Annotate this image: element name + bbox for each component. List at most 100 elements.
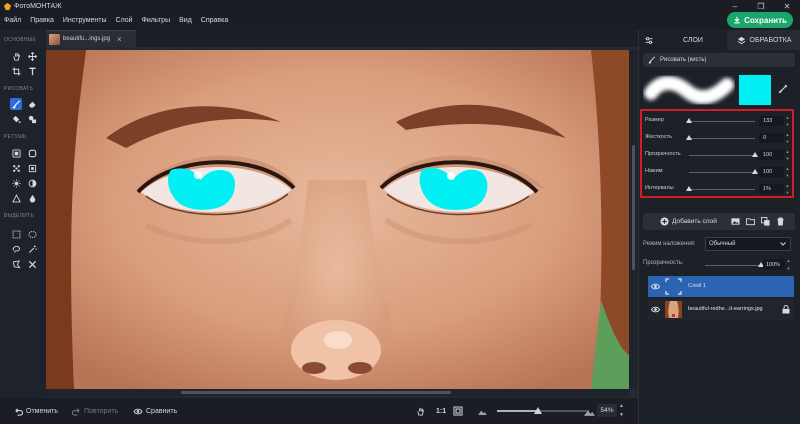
ellipse-select-tool[interactable] [26, 228, 38, 240]
horizontal-scroll-thumb[interactable] [181, 391, 451, 394]
photo-canvas[interactable] [46, 50, 629, 389]
close-tab-icon[interactable]: × [117, 35, 122, 44]
chevron-up-icon[interactable]: ▲ [787, 258, 791, 263]
setting-hardness-spinner[interactable]: ▲ ▼ [785, 132, 790, 144]
patch-tool[interactable] [26, 147, 38, 159]
folder-icon[interactable] [746, 217, 755, 226]
setting-size-slider[interactable] [686, 118, 755, 123]
setting-opacity-knob[interactable] [752, 152, 758, 157]
lock-icon[interactable] [782, 305, 790, 314]
layer-opacity-value[interactable]: 100% [763, 259, 785, 270]
chevron-up-icon[interactable]: ▲ [786, 115, 790, 120]
menu-layer[interactable]: Слой [116, 17, 133, 24]
stamp-tool[interactable] [10, 147, 22, 159]
shape-tool[interactable] [10, 192, 22, 204]
chevron-down-icon[interactable]: ▼ [786, 156, 790, 161]
setting-hardness-slider[interactable] [686, 135, 755, 140]
minimize-button[interactable]: – [722, 0, 748, 12]
eyedropper-icon[interactable] [778, 84, 788, 94]
magic-wand-tool[interactable] [26, 243, 38, 255]
setting-opacity-value[interactable]: 100 [759, 150, 784, 160]
zoom-out-icon[interactable] [478, 398, 487, 424]
hand-tool[interactable] [10, 50, 22, 62]
image-layer-icon[interactable] [731, 217, 740, 226]
setting-hardness-knob[interactable] [686, 135, 692, 140]
close-window-button[interactable]: ✕ [774, 0, 800, 12]
drop-tool[interactable] [26, 192, 38, 204]
chevron-up-icon[interactable]: ▲ [786, 166, 790, 171]
setting-size-spinner[interactable]: ▲ ▼ [785, 115, 790, 127]
contrast-tool[interactable] [26, 177, 38, 189]
brightness-tool[interactable] [10, 177, 22, 189]
menu-filters[interactable]: Фильтры [142, 17, 171, 24]
setting-hardness-value[interactable]: 0 [759, 133, 784, 143]
crop-tool[interactable] [10, 65, 22, 77]
brush-color-swatch[interactable] [739, 75, 771, 105]
chevron-up-icon[interactable]: ▲ [619, 403, 624, 409]
tools-tool[interactable] [26, 258, 38, 270]
vertical-scroll-thumb[interactable] [632, 145, 635, 270]
undo-button[interactable]: Отменить [14, 398, 58, 424]
menu-view[interactable]: Вид [179, 17, 192, 24]
layer-opacity-slider[interactable] [705, 262, 764, 267]
hand-view-button[interactable] [416, 398, 425, 424]
brush-tool[interactable] [10, 98, 22, 110]
blur-tool[interactable] [10, 162, 22, 174]
setting-opacity-spinner[interactable]: ▲ ▼ [785, 149, 790, 161]
setting-spacing-slider[interactable] [686, 186, 755, 191]
setting-pressure-knob[interactable] [752, 169, 758, 174]
zoom-slider-knob[interactable] [534, 407, 543, 414]
add-layer-button[interactable]: Добавить слой [660, 213, 717, 230]
duplicate-icon[interactable] [761, 217, 770, 226]
eye-icon[interactable] [651, 305, 660, 314]
blend-mode-select[interactable]: Обычный [705, 237, 791, 251]
zoom-slider[interactable] [497, 407, 589, 414]
setting-pressure-spinner[interactable]: ▲ ▼ [785, 166, 790, 178]
zoom-value[interactable]: 54% [597, 404, 617, 417]
actual-size-button[interactable]: 1:1 [436, 398, 446, 424]
menu-file[interactable]: Файл [4, 17, 21, 24]
setting-size-knob[interactable] [686, 118, 692, 123]
setting-size-value[interactable]: 133 [759, 116, 784, 126]
poly-lasso-tool[interactable] [10, 258, 22, 270]
layer-row[interactable]: Слой 1 [648, 276, 794, 297]
chevron-down-icon[interactable]: ▼ [619, 412, 624, 418]
chevron-up-icon[interactable]: ▲ [786, 149, 790, 154]
chevron-down-icon[interactable]: ▼ [786, 139, 790, 144]
menu-tools[interactable]: Инструменты [63, 17, 107, 24]
move-tool[interactable] [26, 50, 38, 62]
maximize-button[interactable]: ❐ [748, 0, 774, 12]
menu-edit[interactable]: Правка [30, 17, 54, 24]
tab-layers[interactable]: СЛОИ [659, 30, 727, 50]
setting-spacing-spinner[interactable]: ▲ ▼ [785, 183, 790, 195]
setting-spacing-value[interactable]: 1% [759, 184, 784, 194]
compare-button[interactable]: Сравнить [133, 398, 177, 424]
eraser-tool[interactable] [26, 98, 38, 110]
fit-screen-button[interactable] [453, 398, 463, 424]
setting-spacing-knob[interactable] [686, 186, 692, 191]
trash-icon[interactable] [776, 217, 785, 226]
lasso-tool[interactable] [10, 243, 22, 255]
document-tab[interactable]: beautifu...ings.jpg × [46, 30, 136, 47]
chevron-up-icon[interactable]: ▲ [786, 183, 790, 188]
chevron-up-icon[interactable]: ▲ [786, 132, 790, 137]
vertical-scrollbar[interactable] [629, 50, 638, 389]
zoom-in-icon[interactable] [584, 398, 595, 424]
layer-opacity-spinner[interactable]: ▲ ▼ [786, 258, 791, 271]
tab-processing[interactable]: ОБРАБОТКА [727, 30, 800, 50]
layer-row[interactable]: beautiful-redhe...it-earrings.jpg [648, 299, 794, 320]
menu-help[interactable]: Справка [201, 17, 228, 24]
save-button[interactable]: Сохранить [727, 12, 793, 28]
zoom-spinner[interactable]: ▲ ▼ [618, 403, 625, 418]
settings-tab[interactable] [639, 30, 659, 50]
eye-icon[interactable] [651, 282, 660, 291]
horizontal-scrollbar[interactable] [46, 389, 629, 396]
shapes-tool[interactable] [26, 113, 38, 125]
fill-tool[interactable] [10, 113, 22, 125]
chevron-down-icon[interactable]: ▼ [787, 266, 791, 271]
rect-select-tool[interactable] [10, 228, 22, 240]
setting-opacity-slider[interactable] [689, 152, 758, 157]
text-tool[interactable] [26, 65, 38, 77]
chevron-down-icon[interactable]: ▼ [786, 173, 790, 178]
chevron-down-icon[interactable]: ▼ [786, 122, 790, 127]
